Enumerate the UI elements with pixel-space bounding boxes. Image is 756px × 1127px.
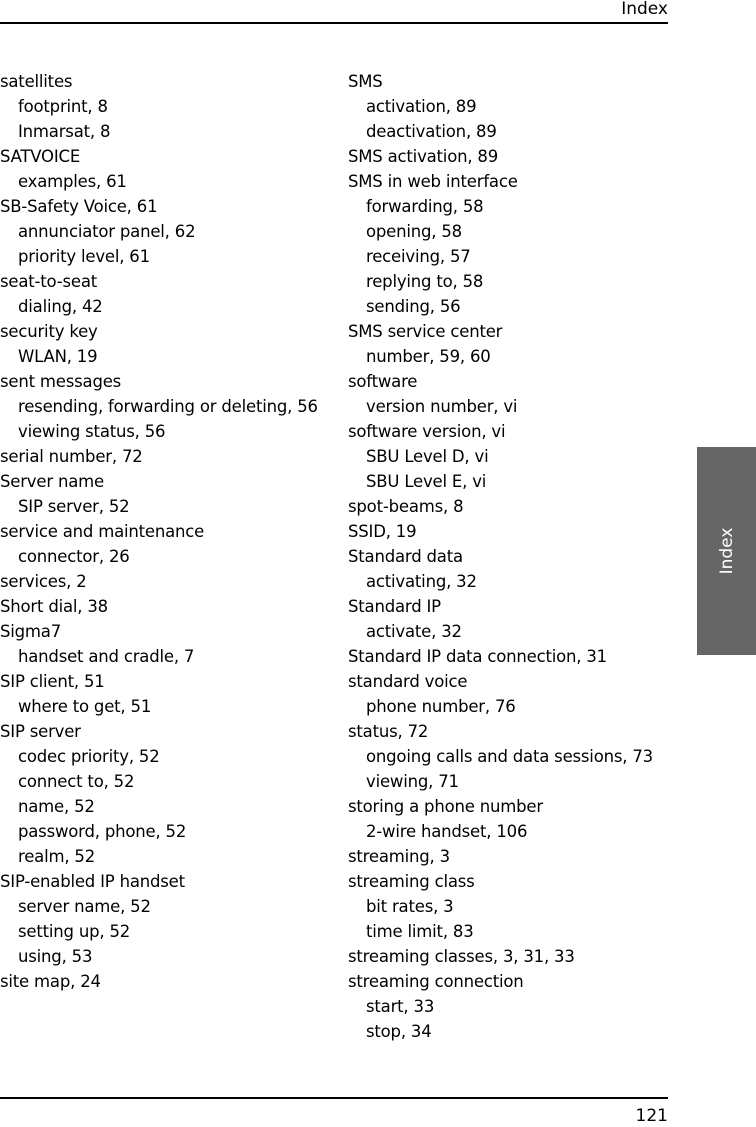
index-subentry: activate, 32 bbox=[366, 622, 462, 641]
index-entry: status, 72 bbox=[348, 722, 429, 741]
index-subentry: forwarding, 58 bbox=[366, 197, 484, 216]
index-subentry: handset and cradle, 7 bbox=[18, 647, 195, 666]
index-subentry: viewing status, 56 bbox=[18, 422, 166, 441]
index-entry: satellites bbox=[0, 72, 73, 91]
index-subentry: password, phone, 52 bbox=[18, 822, 187, 841]
index-entry: streaming classes, 3, 31, 33 bbox=[348, 947, 575, 966]
index-entry: streaming class bbox=[348, 872, 475, 891]
index-subentry: deactivation, 89 bbox=[366, 122, 497, 141]
index-subentry: bit rates, 3 bbox=[366, 897, 454, 916]
index-subentry: connect to, 52 bbox=[18, 772, 135, 791]
index-subentry: start, 33 bbox=[366, 997, 435, 1016]
index-subentry: 2-wire handset, 106 bbox=[366, 822, 528, 841]
index-entry: standard voice bbox=[348, 672, 468, 691]
index-subentry: replying to, 58 bbox=[366, 272, 484, 291]
index-subentry: footprint, 8 bbox=[18, 97, 108, 116]
index-entry: spot-beams, 8 bbox=[348, 497, 464, 516]
index-subentry: viewing, 71 bbox=[366, 772, 459, 791]
index-subentry: where to get, 51 bbox=[18, 697, 152, 716]
index-subentry: stop, 34 bbox=[366, 1022, 432, 1041]
index-subentry: server name, 52 bbox=[18, 897, 151, 916]
index-entry: streaming, 3 bbox=[348, 847, 450, 866]
index-entry: SB-Safety Voice, 61 bbox=[0, 197, 158, 216]
index-column-right: SMS activation, 89 deactivation, 89 SMS act… bbox=[348, 69, 678, 1044]
index-subentry: version number, vi bbox=[366, 397, 518, 416]
index-subentry: phone number, 76 bbox=[366, 697, 516, 716]
index-entry: SIP client, 51 bbox=[0, 672, 105, 691]
index-entry: SIP-enabled IP handset bbox=[0, 872, 185, 891]
index-entry: SATVOICE bbox=[0, 147, 81, 166]
index-subentry: resending, forwarding or deleting, 56 bbox=[18, 397, 318, 416]
index-subentry: dialing, 42 bbox=[18, 297, 103, 316]
index-subentry: WLAN, 19 bbox=[18, 347, 98, 366]
index-subentry: sending, 56 bbox=[366, 297, 461, 316]
index-entry: site map, 24 bbox=[0, 972, 101, 991]
index-subentry: receiving, 57 bbox=[366, 247, 471, 266]
index-subentry: SBU Level E, vi bbox=[366, 472, 487, 491]
index-entry: serial number, 72 bbox=[0, 447, 143, 466]
index-entry: Sigma7 bbox=[0, 622, 62, 641]
index-subentry: priority level, 61 bbox=[18, 247, 150, 266]
index-column-left: satellites footprint, 8 Inmarsat, 8 SATVOIC… bbox=[0, 69, 340, 994]
index-subentry: activation, 89 bbox=[366, 97, 477, 116]
index-subentry: setting up, 52 bbox=[18, 922, 131, 941]
index-subentry: connector, 26 bbox=[18, 547, 130, 566]
index-subentry: ongoing calls and data sessions, 73 bbox=[366, 747, 653, 766]
index-entry: service and maintenance bbox=[0, 522, 205, 541]
index-subentry: codec priority, 52 bbox=[18, 747, 160, 766]
index-entry: SMS service center bbox=[348, 322, 503, 341]
index-entry: sent messages bbox=[0, 372, 122, 391]
page-number: 121 bbox=[635, 1106, 668, 1126]
index-entry: SSID, 19 bbox=[348, 522, 417, 541]
index-subentry: SIP server, 52 bbox=[18, 497, 130, 516]
index-subentry: Inmarsat, 8 bbox=[18, 122, 111, 141]
index-entry: SIP server bbox=[0, 722, 81, 741]
index-entry: Standard IP bbox=[348, 597, 441, 616]
index-subentry: activating, 32 bbox=[366, 572, 477, 591]
running-head-title: Index bbox=[621, 0, 668, 19]
index-entry: SMS in web interface bbox=[348, 172, 518, 191]
index-entry: software bbox=[348, 372, 418, 391]
index-entry: security key bbox=[0, 322, 98, 341]
index-subentry: realm, 52 bbox=[18, 847, 96, 866]
index-subentry: time limit, 83 bbox=[366, 922, 474, 941]
index-subentry: examples, 61 bbox=[18, 172, 127, 191]
section-thumb-tab: Index bbox=[697, 447, 756, 655]
index-subentry: using, 53 bbox=[18, 947, 93, 966]
index-entry: Server name bbox=[0, 472, 104, 491]
index-entry: software version, vi bbox=[348, 422, 506, 441]
index-entry: storing a phone number bbox=[348, 797, 543, 816]
index-entry: Short dial, 38 bbox=[0, 597, 108, 616]
index-entry: SMS activation, 89 bbox=[348, 147, 499, 166]
index-subentry: SBU Level D, vi bbox=[366, 447, 489, 466]
index-entry: seat-to-seat bbox=[0, 272, 98, 291]
index-subentry: opening, 58 bbox=[366, 222, 462, 241]
index-entry: streaming connection bbox=[348, 972, 524, 991]
thumb-tab-label: Index bbox=[716, 527, 737, 575]
index-entry: Standard IP data connection, 31 bbox=[348, 647, 607, 666]
index-entry: SMS bbox=[348, 72, 383, 91]
footer-rule bbox=[0, 1097, 668, 1099]
index-subentry: number, 59, 60 bbox=[366, 347, 491, 366]
index-subentry: annunciator panel, 62 bbox=[18, 222, 196, 241]
index-entry: services, 2 bbox=[0, 572, 87, 591]
index-entry: Standard data bbox=[348, 547, 463, 566]
header-rule bbox=[0, 22, 668, 24]
index-subentry: name, 52 bbox=[18, 797, 95, 816]
